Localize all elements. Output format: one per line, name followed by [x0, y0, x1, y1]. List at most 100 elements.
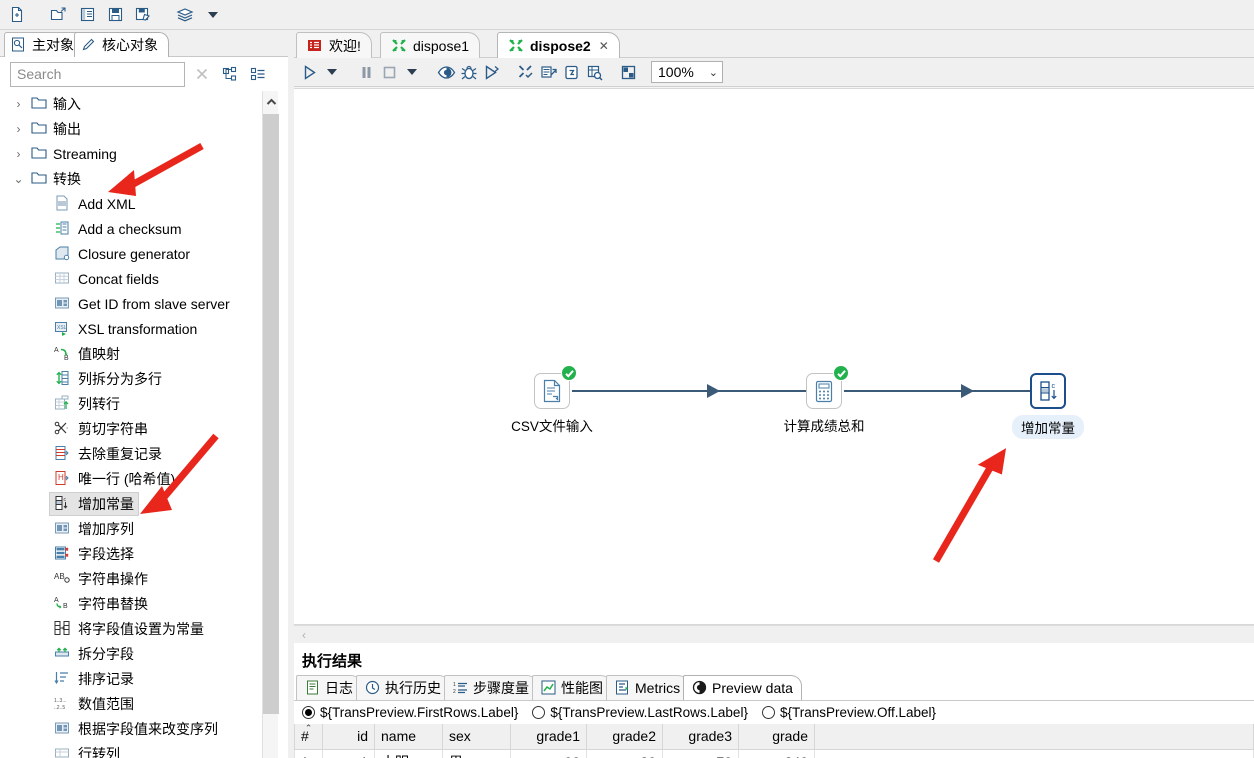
- transformation-canvas[interactable]: CSV文件输入 计算成绩总和 c 增加常量: [294, 88, 1254, 625]
- column-header-sex[interactable]: sex: [442, 724, 511, 750]
- chevron-right-icon[interactable]: ›: [12, 148, 25, 160]
- canvas-horizontal-scrollbar[interactable]: ‹: [294, 625, 1254, 643]
- tab-dispose1[interactable]: dispose1: [380, 32, 481, 58]
- run-button[interactable]: [298, 60, 320, 84]
- perspective-button[interactable]: [172, 3, 198, 27]
- get-sql-button[interactable]: [561, 60, 583, 84]
- new-file-button[interactable]: [4, 3, 30, 27]
- chevron-down-icon[interactable]: ⌄: [12, 173, 25, 185]
- tree-step-26[interactable]: 行转列: [0, 741, 262, 758]
- tab-dispose2[interactable]: dispose2 ✕: [497, 32, 620, 58]
- results-tab-1[interactable]: 执行历史: [356, 675, 450, 700]
- step-csv-input-box[interactable]: [534, 365, 577, 409]
- tree-step-13[interactable]: 剪切字符串: [0, 416, 262, 441]
- table-cell-id[interactable]: 1: [322, 748, 375, 758]
- step-csv-input[interactable]: CSV文件输入: [511, 365, 593, 434]
- table-cell-name[interactable]: 小明: [374, 748, 443, 758]
- step-add-constant[interactable]: c 增加常量: [1012, 373, 1084, 439]
- zoom-select[interactable]: 100% ⌄: [651, 61, 723, 83]
- stop-button[interactable]: [378, 60, 400, 84]
- tree-folder-2[interactable]: › Streaming: [0, 141, 262, 166]
- table-cell-grade3[interactable]: 70: [662, 748, 739, 758]
- tree-step-14[interactable]: 去除重复记录: [0, 441, 262, 466]
- tree-folder-1[interactable]: › 输出: [0, 116, 262, 141]
- search-input[interactable]: Search: [10, 61, 185, 87]
- analyse-impact-button[interactable]: [538, 60, 560, 84]
- tree-step-15[interactable]: H 唯一行 (哈希值): [0, 466, 262, 491]
- results-tab-2[interactable]: 1 2 步骤度量: [444, 675, 538, 700]
- replay-button[interactable]: [481, 60, 503, 84]
- column-header-grade[interactable]: grade: [738, 724, 815, 750]
- tree-step-18[interactable]: 字段选择: [0, 541, 262, 566]
- column-header-index[interactable]: ⌃ #: [294, 724, 323, 750]
- results-tab-3[interactable]: 性能图: [532, 675, 612, 700]
- stop-options-button[interactable]: [401, 60, 423, 84]
- show-last-preview-button[interactable]: [584, 60, 606, 84]
- tree-step-17[interactable]: 增加序列: [0, 516, 262, 541]
- tree-step-23[interactable]: 排序记录: [0, 666, 262, 691]
- column-header-grade2[interactable]: grade2: [586, 724, 663, 750]
- chevron-right-icon[interactable]: ›: [12, 123, 25, 135]
- arrange-button[interactable]: [618, 60, 640, 84]
- tree-step-21[interactable]: 将字段值设置为常量: [0, 616, 262, 641]
- table-cell-grade2[interactable]: 80: [586, 748, 663, 758]
- results-tab-0[interactable]: 日志: [296, 675, 362, 700]
- tree-step-6[interactable]: Closure generator: [0, 241, 262, 266]
- step-add-constant-box[interactable]: c: [1030, 373, 1066, 409]
- tab-core-objects[interactable]: 核心对象: [74, 32, 169, 57]
- table-cell-grade[interactable]: 240: [738, 748, 815, 758]
- tree-step-24[interactable]: 1..3... ..2..5 数值范围: [0, 691, 262, 716]
- table-cell-grade1[interactable]: 90: [510, 748, 587, 758]
- tab-welcome[interactable]: 欢迎!: [296, 32, 372, 58]
- scroll-up-button[interactable]: [263, 91, 279, 113]
- column-header-grade1[interactable]: grade1: [510, 724, 587, 750]
- perspective-dropdown-button[interactable]: [200, 3, 226, 27]
- tree-step-11[interactable]: 列拆分为多行: [0, 366, 262, 391]
- radio-first-rows[interactable]: ${TransPreview.FirstRows.Label}: [302, 705, 518, 720]
- pause-button[interactable]: [355, 60, 377, 84]
- tree-step-5[interactable]: Add a checksum: [0, 216, 262, 241]
- tree-step-8[interactable]: Get ID from slave server: [0, 291, 262, 316]
- radio-off[interactable]: ${TransPreview.Off.Label}: [761, 705, 936, 720]
- save-as-button[interactable]: [130, 3, 156, 27]
- hop-csv-to-calc[interactable]: [572, 390, 816, 392]
- tree-step-22[interactable]: 拆分字段: [0, 641, 262, 666]
- step-calc-sum[interactable]: 计算成绩总和: [784, 365, 865, 434]
- tree-step-25[interactable]: 根据字段值来改变序列: [0, 716, 262, 741]
- column-header-id[interactable]: id: [322, 724, 375, 750]
- table-row[interactable]: 11小明男908070240: [294, 748, 1254, 758]
- table-cell-sex[interactable]: 男: [442, 748, 511, 758]
- radio-last-rows[interactable]: ${TransPreview.LastRows.Label}: [532, 705, 748, 720]
- preview-data-table[interactable]: ⌃ # id name sex grade1 grade2 grade3 gra…: [294, 724, 1254, 758]
- save-button[interactable]: [102, 3, 128, 27]
- column-header-name[interactable]: name: [374, 724, 443, 750]
- core-objects-tree[interactable]: › 输入 › 输出 › Streaming ⌄ 转换 Add XML Add a checksum…: [0, 91, 290, 758]
- expand-all-button[interactable]: [219, 63, 241, 85]
- tree-step-4[interactable]: Add XML: [0, 191, 262, 216]
- tree-folder-0[interactable]: › 输入: [0, 91, 262, 116]
- preview-button[interactable]: [435, 60, 457, 84]
- tree-folder-3[interactable]: ⌄ 转换: [0, 166, 262, 191]
- column-header-grade3[interactable]: grade3: [662, 724, 739, 750]
- table-cell-#[interactable]: 1: [294, 748, 323, 758]
- tree-scroll-thumb[interactable]: [263, 114, 279, 714]
- run-options-button[interactable]: [321, 60, 343, 84]
- open-file-button[interactable]: [46, 3, 72, 27]
- close-icon[interactable]: ✕: [599, 39, 609, 53]
- tree-step-19[interactable]: AB 字符串操作: [0, 566, 262, 591]
- tree-step-20[interactable]: A B 字符串替换: [0, 591, 262, 616]
- tree-step-10[interactable]: A B 值映射: [0, 341, 262, 366]
- results-tab-4[interactable]: Metrics: [606, 675, 690, 700]
- tree-step-12[interactable]: 列转行: [0, 391, 262, 416]
- debug-button[interactable]: [458, 60, 480, 84]
- collapse-all-button[interactable]: [247, 63, 269, 85]
- clear-search-button[interactable]: [191, 63, 213, 85]
- results-tab-5[interactable]: Preview data: [683, 675, 802, 700]
- scroll-left-glyph[interactable]: ‹: [302, 628, 306, 642]
- explore-repository-button[interactable]: [74, 3, 100, 27]
- tree-vertical-scrollbar[interactable]: [262, 91, 279, 758]
- tree-step-7[interactable]: Concat fields: [0, 266, 262, 291]
- step-calc-sum-box[interactable]: [806, 365, 849, 409]
- tree-step-16[interactable]: c 增加常量: [0, 491, 262, 516]
- tree-step-9[interactable]: XSL XSL transformation: [0, 316, 262, 341]
